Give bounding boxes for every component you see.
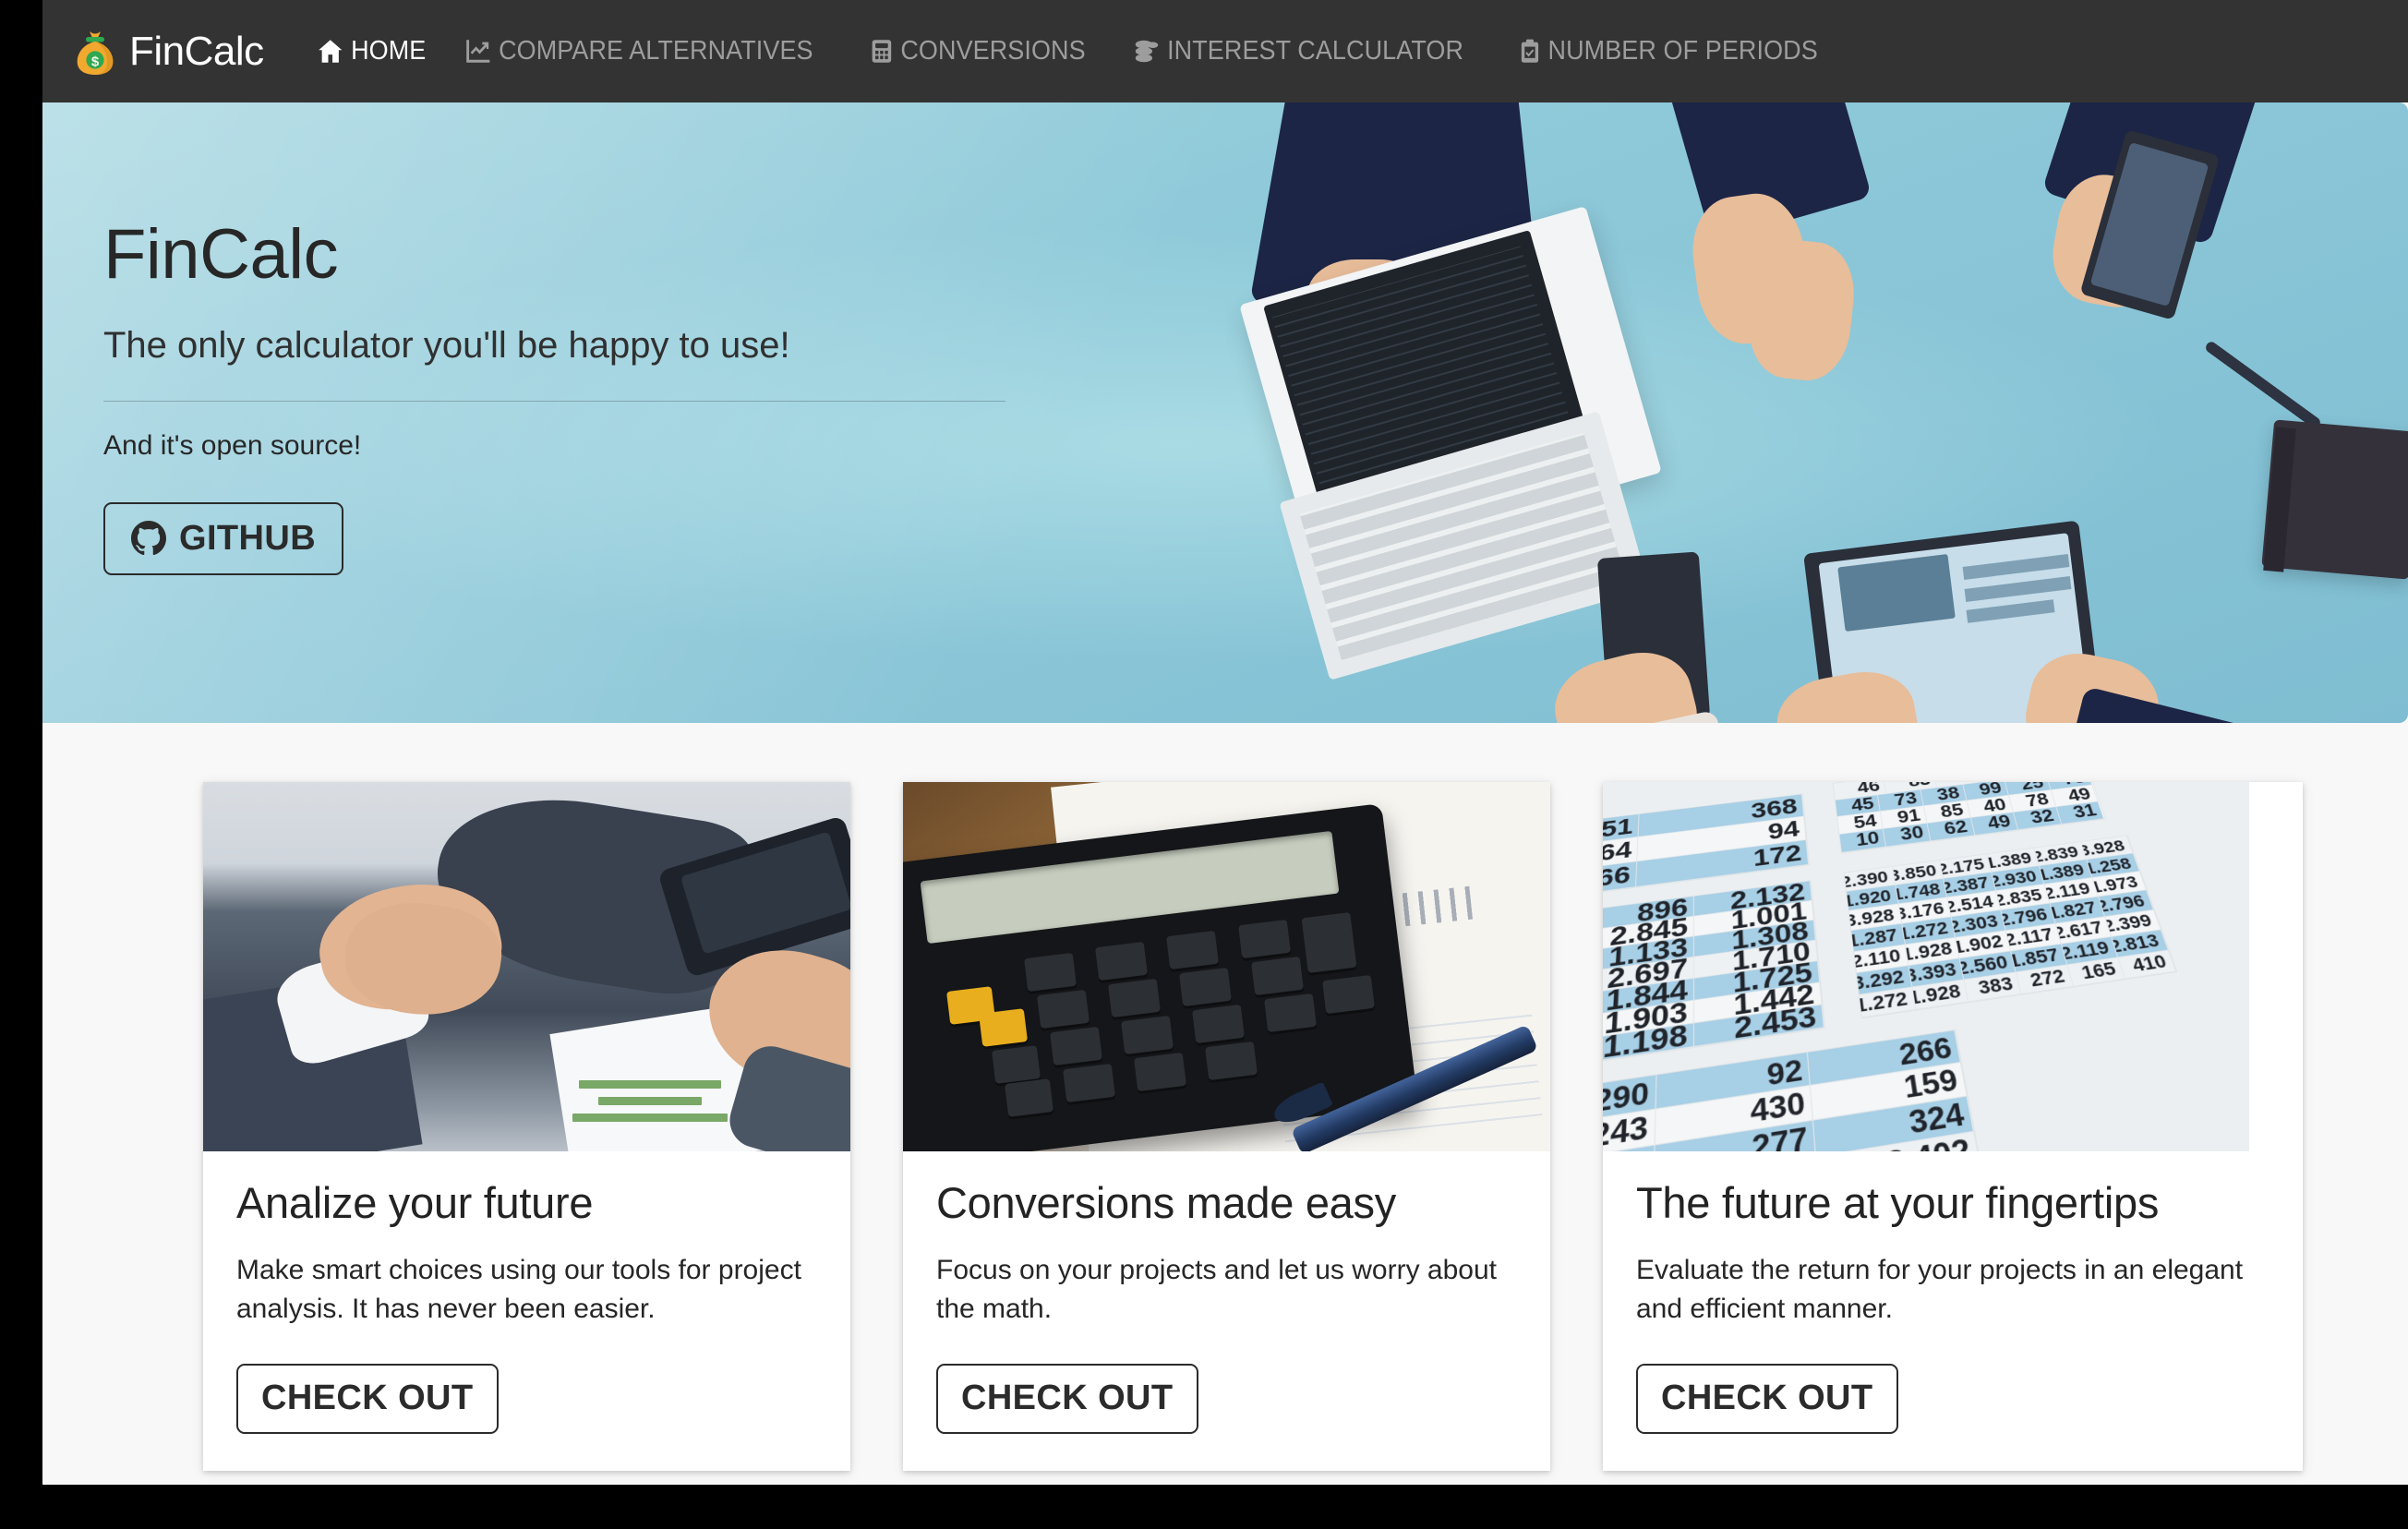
nav-item-conversions-label: CONVERSIONS <box>900 36 1086 66</box>
card-body: The future at your fingertips Evaluate t… <box>1603 1151 2303 1471</box>
hero-banner: FinCalc The only calculator you'll be ha… <box>42 102 2408 723</box>
top-navbar: $ FinCalc HOME COMPARE ALTERNATIVES CONV… <box>42 0 2408 102</box>
card-title: Analize your future <box>236 1178 594 1227</box>
card-title: The future at your fingertips <box>1636 1178 2160 1227</box>
card-body: Conversions made easy Focus on your proj… <box>903 1151 1550 1471</box>
svg-text:$: $ <box>91 54 100 69</box>
money-bag-icon: $ <box>74 28 116 76</box>
nav-item-home-label: HOME <box>350 36 427 66</box>
github-icon <box>131 521 166 556</box>
card-body: Analize your future Make smart choices u… <box>203 1151 850 1471</box>
nav-item-number-of-periods[interactable]: NUMBER OF PERIODS <box>1505 36 1833 66</box>
clipboard-check-icon <box>1520 39 1540 64</box>
nav-item-compare-alternatives[interactable]: COMPARE ALTERNATIVES <box>451 36 827 66</box>
card-text: Focus on your projects and let us worry … <box>936 1254 1497 1325</box>
spreadsheet-cell: 243 <box>1603 1109 1656 1151</box>
feature-cards-section: Analize your future Make smart choices u… <box>42 723 2408 1485</box>
spreadsheet-cell: 166 <box>1603 861 1638 910</box>
card-title: Conversions made easy <box>936 1178 1396 1227</box>
navbar-links: HOME COMPARE ALTERNATIVES CONVERSIONS IN… <box>303 36 1857 66</box>
card-image-handshake <box>203 782 850 1151</box>
card-image-spreadsheet: 4513681649416617246837429104573389925735… <box>1603 782 2249 1151</box>
hero-content: FinCalc The only calculator you'll be ha… <box>103 218 1082 575</box>
spreadsheet-block: 2.390 3.850 2.175 1.389 2.839 3.928 1.920 1.748… <box>1843 835 2178 1019</box>
github-button[interactable]: GITHUB <box>103 501 344 575</box>
nav-item-interest-calculator[interactable]: INTEREST CALCULATOR <box>1119 36 1478 66</box>
brand-logo-link[interactable]: $ FinCalc <box>74 28 264 76</box>
chart-line-icon <box>465 39 491 64</box>
nav-item-home[interactable]: HOME <box>303 36 440 66</box>
feature-card-analize: Analize your future Make smart choices u… <box>203 782 850 1471</box>
feature-card-future: 4513681649416617246837429104573389925735… <box>1603 782 2303 1471</box>
calculator-icon <box>871 39 893 64</box>
card-text: Make smart choices using our tools for p… <box>236 1254 801 1325</box>
hero-subtitle: The only calculator you'll be happy to u… <box>103 324 790 366</box>
nav-item-periods-label: NUMBER OF PERIODS <box>1547 36 1818 66</box>
feature-card-conversions: Conversions made easy Focus on your proj… <box>903 782 1550 1471</box>
nav-item-compare-label: COMPARE ALTERNATIVES <box>499 36 813 66</box>
home-icon <box>317 39 343 64</box>
card-image-calculator <box>903 782 1550 1151</box>
check-out-button[interactable]: CHECK OUT <box>936 1363 1198 1434</box>
check-out-button[interactable]: CHECK OUT <box>1636 1363 1898 1434</box>
browser-viewport: $ FinCalc HOME COMPARE ALTERNATIVES CONV… <box>42 0 2408 1485</box>
github-button-label: GITHUB <box>179 518 317 558</box>
spreadsheet-perspective-plane: 4513681649416617246837429104573389925735… <box>1603 782 2249 1151</box>
brand-title: FinCalc <box>129 28 264 74</box>
hero-divider <box>103 400 1005 402</box>
nav-item-interest-label: INTEREST CALCULATOR <box>1166 36 1463 66</box>
hero-note: And it's open source! <box>103 429 362 461</box>
hero-title: FinCalc <box>103 215 339 294</box>
coins-icon <box>1133 39 1159 64</box>
card-text: Evaluate the return for your projects in… <box>1636 1254 2244 1325</box>
check-out-button[interactable]: CHECK OUT <box>236 1363 499 1434</box>
nav-item-conversions[interactable]: CONVERSIONS <box>856 36 1101 66</box>
